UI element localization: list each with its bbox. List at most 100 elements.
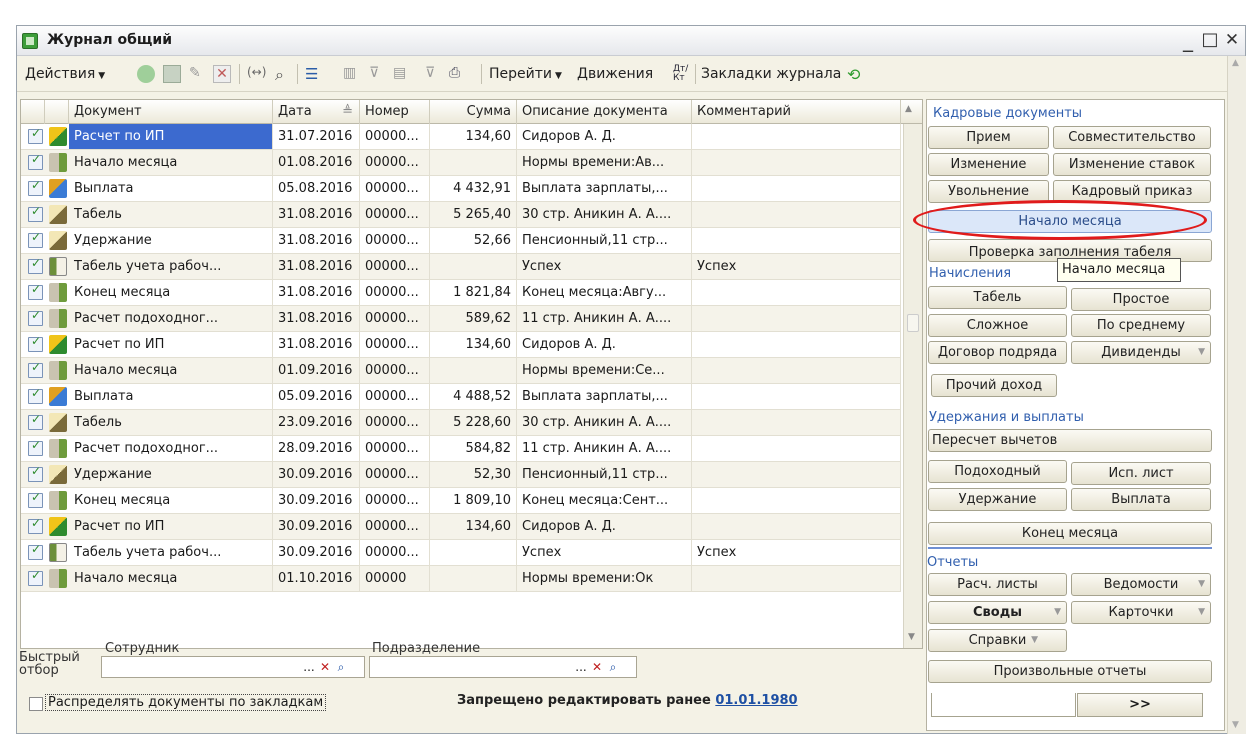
scroll-down-arrow-icon[interactable]: ▼ xyxy=(1232,720,1239,730)
change-rates-button[interactable]: Изменение ставок xyxy=(1053,153,1211,176)
search-icon[interactable]: ⌕ xyxy=(334,660,348,674)
month-end-button[interactable]: Конец месяца xyxy=(928,522,1212,545)
cell-document: Удержание xyxy=(69,228,273,253)
select-dots-button[interactable]: ... xyxy=(302,660,316,674)
table-row[interactable]: Табель учета рабоч...30.09.201600000... У… xyxy=(21,540,901,566)
table-row[interactable]: Удержание31.08.201600000...52,66Пенсионн… xyxy=(21,228,901,254)
writ-button[interactable]: Исп. лист xyxy=(1071,462,1211,485)
table-row[interactable]: Расчет по ИП31.08.201600000...134,60Сидо… xyxy=(21,332,901,358)
clear-filter-icon[interactable]: ⊽ xyxy=(425,65,443,83)
dt-kt-icon[interactable]: Дт/Кт xyxy=(673,65,691,83)
clear-icon[interactable]: ✕ xyxy=(590,660,604,674)
scroll-up-arrow-icon[interactable]: ▲ xyxy=(1232,58,1239,68)
clear-icon[interactable]: ✕ xyxy=(318,660,332,674)
deduction-button[interactable]: Удержание xyxy=(928,488,1067,511)
minimize-button[interactable]: _ xyxy=(1177,29,1199,51)
restriction-date-link[interactable]: 01.01.1980 xyxy=(715,693,797,708)
simple-accrual-button[interactable]: Простое xyxy=(1071,288,1211,311)
references-button[interactable]: Справки ▼ xyxy=(928,629,1067,652)
table-row[interactable]: Расчет подоходног...28.09.201600000...58… xyxy=(21,436,901,462)
cell-number: 00000... xyxy=(360,514,430,539)
hire-button[interactable]: Прием xyxy=(928,126,1049,149)
select-dots-button[interactable]: ... xyxy=(574,660,588,674)
print-icon[interactable]: ⎙ xyxy=(449,65,467,83)
posted-document-icon xyxy=(28,256,43,274)
income-tax-button[interactable]: Подоходный xyxy=(928,460,1067,483)
employee-filter-input[interactable]: ... ✕ ⌕ xyxy=(101,656,365,678)
payslips-button[interactable]: Расч. листы xyxy=(928,573,1067,596)
table-row[interactable]: Табель учета рабоч...31.08.201600000... У… xyxy=(21,254,901,280)
average-accrual-button[interactable]: По среднему xyxy=(1071,314,1211,337)
interval-icon[interactable]: (↔) xyxy=(247,65,266,83)
dividends-button[interactable]: Дивиденды ▼ xyxy=(1071,341,1211,364)
close-button[interactable]: ✕ xyxy=(1221,29,1243,51)
panel-tab-next[interactable]: >> xyxy=(1077,693,1203,717)
edit-icon[interactable]: ✎ xyxy=(189,65,207,83)
cell-sum: 584,82 xyxy=(430,436,517,461)
complex-accrual-button[interactable]: Сложное xyxy=(928,314,1067,337)
refresh-icon[interactable]: ⟲ xyxy=(847,65,865,84)
table-row[interactable]: Начало месяца01.09.201600000... Нормы вре… xyxy=(21,358,901,384)
table-row[interactable]: Конец месяца31.08.201600000...1 821,84Ко… xyxy=(21,280,901,306)
table-scrollbar[interactable]: ▼ xyxy=(903,124,922,648)
add-icon[interactable] xyxy=(137,65,155,83)
posted-document-icon xyxy=(28,568,43,586)
movements-button[interactable]: Движения xyxy=(577,66,653,82)
table-row[interactable]: Расчет подоходног...31.08.201600000...58… xyxy=(21,306,901,332)
actions-menu[interactable]: Действия ▼ xyxy=(25,66,105,82)
column-header-document[interactable]: Документ xyxy=(69,100,273,124)
table-row[interactable]: Начало месяца01.08.201600000... Нормы вре… xyxy=(21,150,901,176)
list-structure-icon[interactable]: ☰ xyxy=(305,65,323,83)
maximize-button[interactable]: □ xyxy=(1199,29,1221,51)
distribute-checkbox[interactable] xyxy=(29,697,43,711)
scroll-up-arrow-icon[interactable]: ▲ xyxy=(905,104,912,114)
bookmarks-button[interactable]: Закладки журнала xyxy=(701,66,841,82)
table-row[interactable]: Конец месяца30.09.201600000...1 809,10Ко… xyxy=(21,488,901,514)
column-header-comment[interactable]: Комментарий xyxy=(692,100,901,124)
column-header-sum[interactable]: Сумма xyxy=(430,100,517,124)
contract-button[interactable]: Договор подряда xyxy=(928,341,1067,364)
filter-icon[interactable]: ⊽ xyxy=(369,65,387,83)
scroll-down-arrow-icon[interactable]: ▼ xyxy=(908,632,915,642)
table-row[interactable]: Начало месяца01.10.201600000 Нормы времен… xyxy=(21,566,901,592)
find-icon[interactable]: ⌕ xyxy=(275,65,293,84)
custom-reports-button[interactable]: Произвольные отчеты xyxy=(928,660,1212,683)
copy-icon[interactable] xyxy=(163,65,181,83)
edit-restriction-text: Запрещено редактировать ранее 01.01.1980 xyxy=(457,693,798,708)
column-header-date[interactable]: Дата ≜ xyxy=(273,100,360,124)
month-calendar-icon xyxy=(49,491,67,510)
delete-icon[interactable]: ✕ xyxy=(213,65,231,83)
chart-icon[interactable]: ▥ xyxy=(343,65,361,83)
table-row[interactable]: Табель23.09.201600000...5 228,6030 стр. … xyxy=(21,410,901,436)
tabel-accrual-button[interactable]: Табель xyxy=(928,286,1067,309)
filter-settings-icon[interactable]: ▤ xyxy=(393,65,411,83)
column-header-description[interactable]: Описание документа xyxy=(517,100,692,124)
distribute-label[interactable]: Распределять документы по закладкам xyxy=(45,694,327,711)
cell-document: Начало месяца xyxy=(69,566,273,591)
scroll-thumb[interactable] xyxy=(907,314,919,332)
cell-date: 05.09.2016 xyxy=(273,384,360,409)
search-icon[interactable]: ⌕ xyxy=(606,660,620,674)
table-row[interactable]: Удержание30.09.201600000...52,30Пенсионн… xyxy=(21,462,901,488)
recalc-deductions-button[interactable]: Пересчет вычетов xyxy=(928,429,1212,452)
window-scrollbar[interactable]: ▲ ▼ xyxy=(1227,56,1246,734)
cell-number: 00000... xyxy=(360,176,430,201)
cell-description: Нормы времени:Ок xyxy=(517,566,692,591)
table-row[interactable]: Табель31.08.201600000...5 265,4030 стр. … xyxy=(21,202,901,228)
change-button[interactable]: Изменение xyxy=(928,153,1049,176)
cards-button[interactable]: Карточки ▼ xyxy=(1071,601,1211,624)
payment-button[interactable]: Выплата xyxy=(1071,488,1211,511)
statements-button[interactable]: Ведомости ▼ xyxy=(1071,573,1211,596)
combining-button[interactable]: Совместительство xyxy=(1053,126,1211,149)
other-income-button[interactable]: Прочий доход xyxy=(931,374,1057,397)
cell-number: 00000... xyxy=(360,202,430,227)
table-row[interactable]: Выплата05.08.201600000...4 432,91Выплата… xyxy=(21,176,901,202)
department-filter-input[interactable]: ... ✕ ⌕ xyxy=(369,656,637,678)
panel-tab-current[interactable] xyxy=(931,693,1076,717)
goto-menu[interactable]: Перейти ▼ xyxy=(489,66,562,82)
table-row[interactable]: Выплата05.09.201600000...4 488,52Выплата… xyxy=(21,384,901,410)
table-row[interactable]: Расчет по ИП30.09.201600000...134,60Сидо… xyxy=(21,514,901,540)
table-row[interactable]: Расчет по ИП31.07.201600000...134,60Сидо… xyxy=(21,124,901,150)
summaries-button[interactable]: Своды ▼ xyxy=(928,601,1067,624)
column-header-number[interactable]: Номер xyxy=(360,100,430,124)
